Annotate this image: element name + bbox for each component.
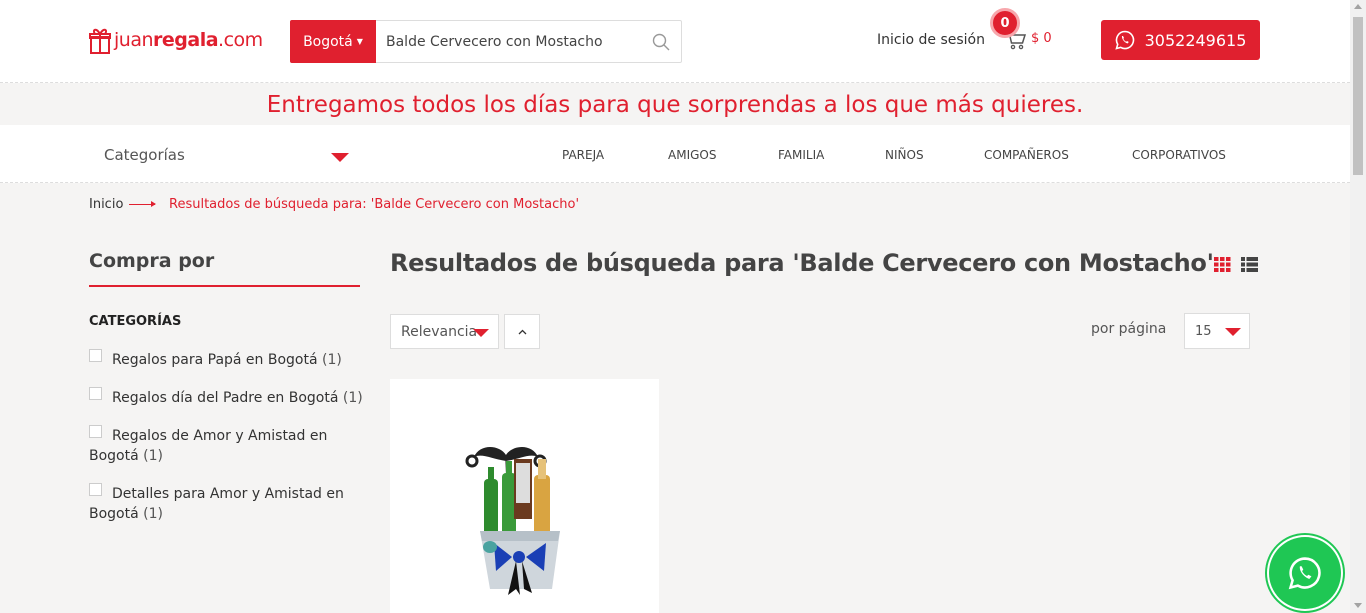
whatsapp-icon [1114,30,1134,50]
filter-count: (1) [322,352,342,368]
sidebar-divider [89,285,360,287]
search-input[interactable] [376,21,641,62]
list-view-icon[interactable] [1241,257,1258,272]
site-header: juanregala.com Bogotá ▼ Inicio de sesión… [0,0,1350,83]
chevron-up-icon [518,329,526,334]
mustache-shape [474,447,538,461]
search-bar: Bogotá ▼ [290,20,682,63]
filter-label: Detalles para Amor y Amistad en Bogotá [89,486,344,522]
city-label: Bogotá [303,33,353,50]
nav-item-ninos[interactable]: NIÑOS [885,148,924,162]
nav-item-corporativos[interactable]: CORPORATIVOS [1132,148,1226,162]
breadcrumb-arrow-icon [129,201,156,207]
filter-checkbox[interactable] [89,483,102,496]
sidebar-section-heading: CATEGORÍAS [89,314,182,329]
caret-down-icon [473,329,489,337]
logo[interactable]: juanregala.com [89,25,263,55]
categories-caret-icon[interactable] [331,153,349,162]
filter-count: (1) [342,390,363,406]
filter-item[interactable]: Regalos para Papá en Bogotá (1) [89,349,364,370]
results-title: Resultados de búsqueda para 'Balde Cerve… [390,249,1214,277]
filter-label: Regalos para Papá en Bogotá [112,352,318,368]
sort-select[interactable]: Relevancia [390,314,499,349]
filter-label: Regalos día del Padre en Bogotá [112,390,339,406]
scroll-down-arrow-icon[interactable] [1354,603,1362,608]
whatsapp-icon [1288,557,1321,590]
grid-view-icon[interactable] [1214,257,1231,272]
nav-item-amigos[interactable]: AMIGOS [668,148,716,162]
page-scrollbar[interactable] [1350,0,1366,613]
filter-item[interactable]: Detalles para Amor y Amistad en Bogotá (… [89,483,354,524]
filter-checkbox[interactable] [89,425,102,438]
breadcrumb-home[interactable]: Inicio [89,197,123,212]
cart-count-badge: 0 [990,8,1020,38]
filter-count: (1) [143,506,163,522]
product-image[interactable] [450,439,600,599]
nav-item-familia[interactable]: FAMILIA [778,148,824,162]
categories-dropdown-label[interactable]: Categorías [104,146,185,164]
caret-down-icon: ▼ [356,37,363,46]
filter-checkbox[interactable] [89,349,102,362]
nav-item-pareja[interactable]: PAREJA [562,148,604,162]
gift-icon [89,28,111,54]
scroll-up-arrow-icon[interactable] [1354,4,1362,9]
per-page-select[interactable]: 15 [1184,313,1250,349]
logo-text: juanregala.com [114,29,263,51]
sort-value: Relevancia [401,323,478,340]
cart-button[interactable]: 0 $ 0 [990,8,1055,52]
sidebar-title: Compra por [89,250,215,272]
category-nav: Categorías PAREJA AMIGOS FAMILIA NIÑOS C… [0,125,1350,183]
filter-count: (1) [143,448,163,464]
scrollbar-thumb[interactable] [1353,17,1363,175]
filter-item[interactable]: Regalos de Amor y Amistad en Bogotá (1) [89,425,339,466]
filter-checkbox[interactable] [89,387,102,400]
cart-amount: $ 0 [1031,31,1052,46]
caret-down-icon [1225,328,1241,336]
login-link[interactable]: Inicio de sesión [877,32,985,48]
per-page-label: por página [1091,321,1167,337]
nav-item-companeros[interactable]: COMPAÑEROS [984,148,1069,162]
per-page-value: 15 [1195,323,1212,339]
city-select-button[interactable]: Bogotá ▼ [290,20,376,63]
promo-banner: Entregamos todos los días para que sorpr… [266,91,1084,118]
whatsapp-number: 3052249615 [1144,30,1247,50]
product-card[interactable] [390,379,659,613]
filter-label: Regalos de Amor y Amistad en Bogotá [89,428,328,464]
filter-item[interactable]: Regalos día del Padre en Bogotá (1) [89,387,364,408]
whatsapp-contact-button[interactable]: 3052249615 [1101,20,1260,60]
search-icon[interactable] [641,21,681,62]
sort-direction-button[interactable] [504,314,540,349]
breadcrumb-current: Resultados de búsqueda para: 'Balde Cerv… [169,197,580,212]
whatsapp-float-button[interactable] [1269,537,1341,609]
